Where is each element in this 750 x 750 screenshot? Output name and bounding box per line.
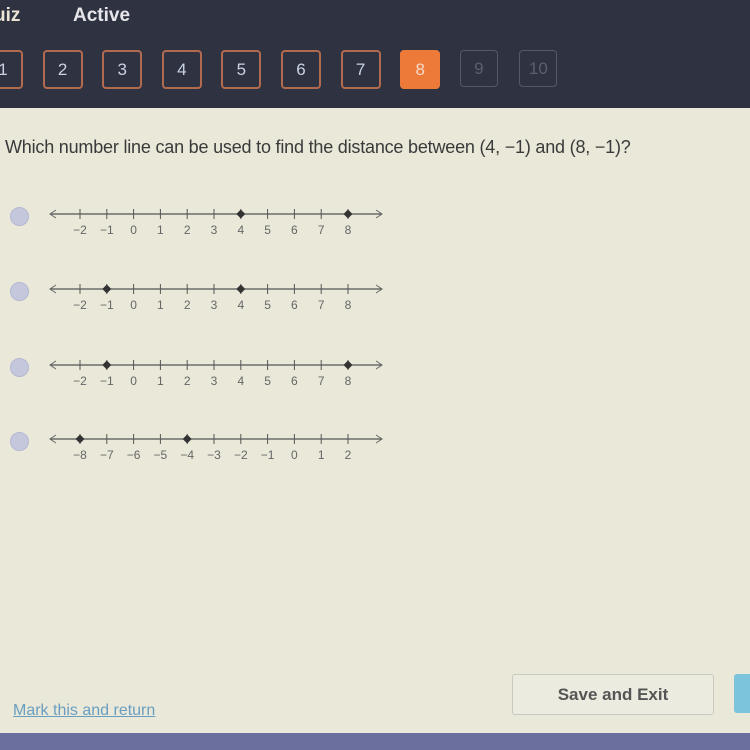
tick-label: 4	[237, 223, 244, 237]
tick-label: −5	[154, 448, 168, 462]
question-nav-button-2[interactable]: 2	[42, 50, 83, 89]
plotted-point	[102, 360, 112, 370]
quiz-header: uiz Active 123456789 10	[0, 0, 750, 108]
quiz-status: Active	[73, 5, 131, 26]
tick-label: −1	[100, 374, 114, 388]
tick-label: 8	[345, 298, 352, 312]
tick-label: −1	[100, 223, 114, 237]
tick-label: −2	[73, 374, 87, 388]
mark-and-return-link[interactable]: Mark this and return	[13, 702, 155, 720]
tick-label: 7	[318, 223, 325, 237]
tick-label: −8	[73, 448, 87, 462]
tick-label: −1	[100, 298, 114, 312]
number-line: −2 −1 0 1 2 3 4 5 6 7 8	[44, 200, 394, 240]
tick-label: −2	[73, 223, 87, 237]
radio-button[interactable]	[10, 282, 29, 301]
tick-label: 5	[264, 298, 271, 312]
tick-label: 2	[184, 223, 191, 237]
tick-label: 8	[345, 374, 352, 388]
tick-label: 4	[237, 374, 244, 388]
tick-label: 2	[345, 448, 352, 462]
tick-label: −2	[73, 298, 87, 312]
number-line: −8 −7 −6 −5 −4 −3 −2 −1 0 1 2	[44, 425, 394, 465]
plotted-point	[236, 284, 246, 294]
tick-label: 0	[130, 374, 137, 388]
tick-label: 7	[318, 298, 325, 312]
tick-label: 3	[211, 374, 218, 388]
next-button[interactable]	[734, 674, 750, 713]
tick-label: 6	[291, 223, 298, 237]
tick-label: 1	[318, 448, 325, 462]
tick-label: 4	[237, 298, 244, 312]
tick-label: 2	[184, 374, 191, 388]
tick-label: 1	[157, 374, 164, 388]
tick-label: 0	[291, 448, 298, 462]
plotted-point	[182, 434, 192, 444]
question-nav-button-1[interactable]: 1	[0, 50, 23, 89]
question-nav-button-9: 9	[459, 50, 498, 87]
tick-label: 6	[291, 298, 298, 312]
answer-option-4[interactable]: −8 −7 −6 −5 −4 −3 −2 −1 0 1 2	[0, 425, 400, 465]
radio-button[interactable]	[10, 432, 29, 451]
number-line: −2 −1 0 1 2 3 4 5 6 7 8	[44, 275, 394, 315]
plotted-point	[236, 209, 246, 219]
tick-label: 5	[264, 223, 271, 237]
tick-label: 7	[318, 374, 325, 388]
tick-label: −2	[234, 448, 248, 462]
save-and-exit-button[interactable]: Save and Exit	[512, 674, 714, 715]
question-nav-button-3[interactable]: 3	[102, 50, 143, 89]
plotted-point	[102, 284, 112, 294]
answer-option-1[interactable]: −2 −1 0 1 2 3 4 5 6 7 8	[0, 200, 400, 240]
tick-label: 1	[157, 223, 164, 237]
plotted-point	[343, 360, 353, 370]
tick-label: 8	[345, 223, 352, 237]
tick-label: 2	[184, 298, 191, 312]
question-nav-button-8[interactable]: 8	[400, 50, 441, 89]
question-nav-button-4[interactable]: 4	[161, 50, 202, 89]
radio-button[interactable]	[10, 207, 29, 226]
question-nav-button-5[interactable]: 5	[221, 50, 262, 89]
question-navigation: 1 2 3 4 5 6 7 8 9 10	[0, 50, 750, 89]
plotted-point	[75, 434, 85, 444]
tick-label: 0	[130, 223, 137, 237]
tick-label: −7	[100, 448, 114, 462]
question-nav-button-7[interactable]: 7	[340, 50, 381, 89]
quiz-title: uiz	[0, 5, 21, 26]
plotted-point	[343, 209, 353, 219]
answer-option-3[interactable]: −2 −1 0 1 2 3 4 5 6 7 8	[0, 351, 400, 391]
tick-label: 0	[130, 298, 137, 312]
tick-label: −3	[207, 448, 221, 462]
bottom-bar	[0, 733, 750, 750]
question-nav-button-10: 10	[519, 50, 558, 87]
question-nav-button-6[interactable]: 6	[281, 50, 321, 89]
tick-label: −4	[180, 448, 194, 462]
question-text: Which number line can be used to find th…	[5, 137, 631, 157]
tick-label: −6	[127, 448, 141, 462]
answer-option-2[interactable]: −2 −1 0 1 2 3 4 5 6 7 8	[0, 275, 400, 315]
radio-button[interactable]	[10, 358, 29, 377]
tick-label: 5	[264, 374, 271, 388]
tick-label: −1	[261, 448, 275, 462]
tick-label: 6	[291, 374, 298, 388]
tick-label: 3	[211, 223, 218, 237]
number-line: −2 −1 0 1 2 3 4 5 6 7 8	[44, 351, 394, 391]
tick-label: 1	[157, 298, 164, 312]
tick-label: 3	[211, 298, 218, 312]
